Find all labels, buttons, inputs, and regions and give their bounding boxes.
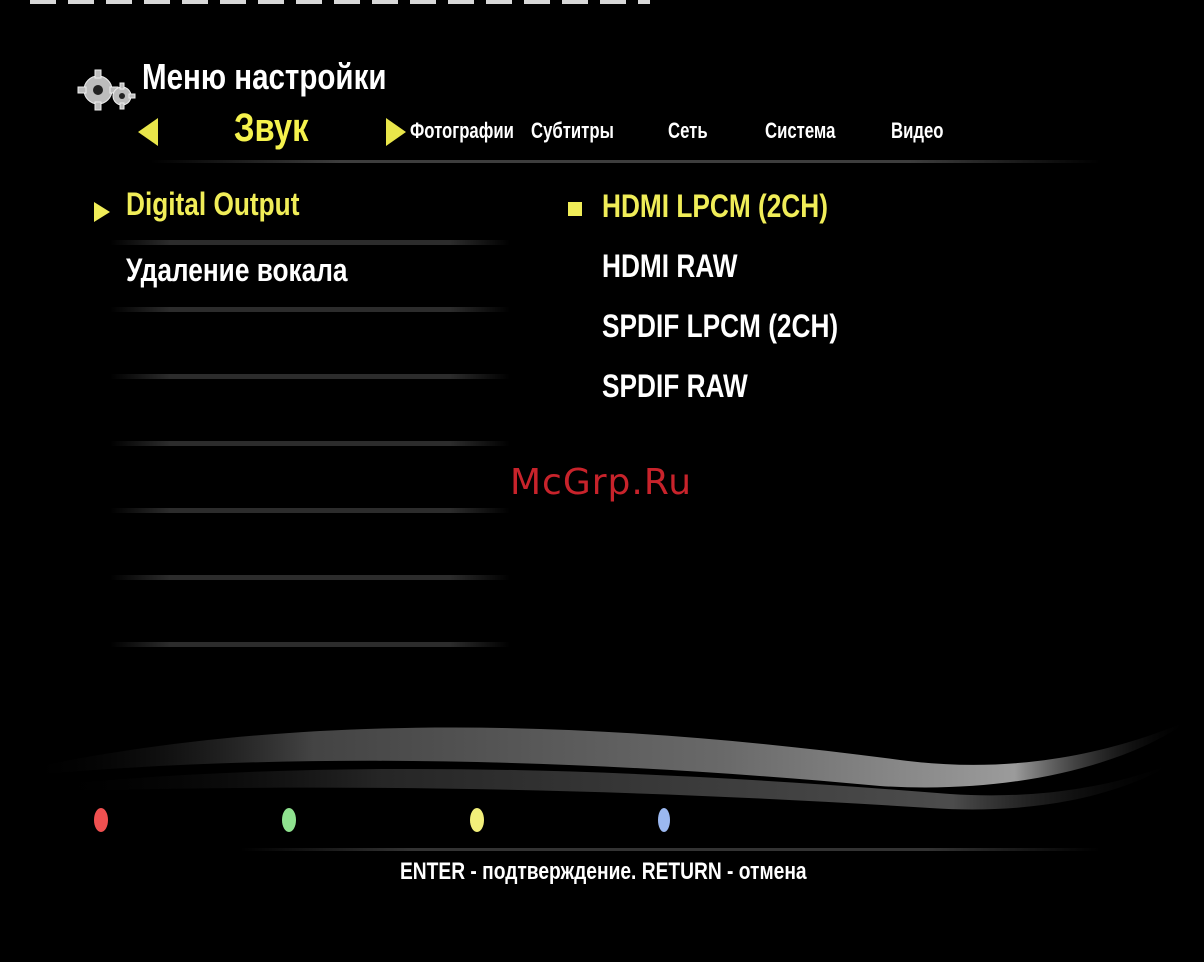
- tab-prev-arrow-icon[interactable]: [138, 118, 158, 146]
- footer-hint: ENTER - подтверждение. RETURN - отмена: [400, 858, 807, 885]
- tab-active-sound[interactable]: Звук: [234, 106, 309, 151]
- menu-divider: [110, 307, 510, 312]
- red-button-icon: [94, 808, 108, 832]
- green-button-icon: [282, 808, 296, 832]
- menu-item-vocal-removal[interactable]: Удаление вокала: [126, 252, 348, 289]
- top-edge-dashes: [30, 0, 650, 4]
- option-selected-marker-icon: [568, 202, 582, 216]
- menu-divider: [110, 240, 510, 245]
- menu-pointer-icon: [94, 202, 110, 222]
- tab-next-arrow-icon[interactable]: [386, 118, 406, 146]
- watermark: McGrp.Ru: [510, 462, 693, 503]
- category-tabs: Звук Фотографии Субтитры Сеть Система Ви…: [0, 98, 1204, 162]
- option-spdif-raw[interactable]: SPDIF RAW: [602, 368, 748, 405]
- option-hdmi-raw[interactable]: HDMI RAW: [602, 248, 738, 285]
- tab-subtitles[interactable]: Субтитры: [531, 118, 614, 144]
- tab-video[interactable]: Видео: [891, 118, 943, 144]
- footer-divider: [240, 848, 1100, 851]
- menu-divider: [110, 642, 510, 647]
- option-hdmi-lpcm[interactable]: HDMI LPCM (2CH): [602, 188, 828, 225]
- decorative-swoosh: [20, 720, 1190, 810]
- tab-photos[interactable]: Фотографии: [410, 118, 514, 144]
- menu-divider: [110, 374, 510, 379]
- menu-divider: [110, 441, 510, 446]
- menu-item-digital-output[interactable]: Digital Output: [126, 186, 299, 223]
- tab-network[interactable]: Сеть: [668, 118, 708, 144]
- menu-divider: [110, 508, 510, 513]
- menu-divider: [110, 575, 510, 580]
- yellow-button-icon: [470, 808, 484, 832]
- page-title: Меню настройки: [142, 56, 387, 97]
- tab-system[interactable]: Система: [765, 118, 835, 144]
- option-spdif-lpcm[interactable]: SPDIF LPCM (2CH): [602, 308, 838, 345]
- blue-button-icon: [658, 808, 670, 832]
- tab-underline: [150, 160, 1100, 163]
